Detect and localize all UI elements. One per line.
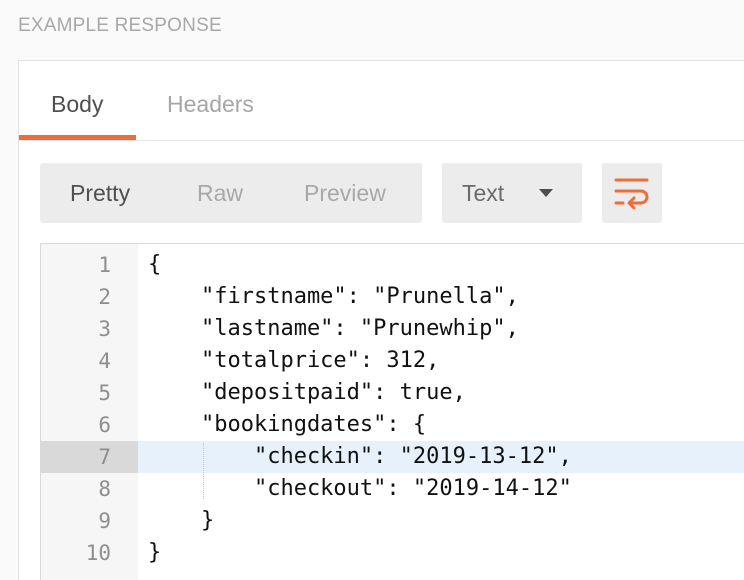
- line-number: 8: [98, 477, 111, 501]
- active-tab-indicator: [19, 135, 136, 140]
- code-line: 5 "depositpaid": true,: [41, 377, 744, 409]
- code-line: 10}: [41, 537, 744, 569]
- format-select-value: Text: [462, 180, 505, 206]
- pretty-button[interactable]: Pretty: [70, 180, 130, 207]
- code-text: "checkout": "2019-14-12": [148, 476, 572, 501]
- code-text: "firstname": "Prunella",: [148, 284, 519, 309]
- raw-button[interactable]: Raw: [197, 180, 243, 207]
- line-number: 4: [98, 349, 111, 373]
- line-number: 2: [98, 285, 111, 309]
- chevron-down-icon: [539, 189, 553, 197]
- code-editor[interactable]: 1{2 "firstname": "Prunella", 3 "lastname"…: [40, 243, 744, 580]
- code-line: 9 }: [41, 505, 744, 537]
- tab-headers[interactable]: Headers: [167, 91, 254, 118]
- section-title: EXAMPLE RESPONSE: [18, 15, 222, 36]
- wrap-lines-icon: [614, 178, 649, 210]
- code-text: "checkin": "2019-13-12",: [148, 444, 572, 469]
- code-line: 4 "totalprice": 312,: [41, 345, 744, 377]
- code-line: 7 "checkin": "2019-13-12",: [41, 441, 744, 473]
- preview-button[interactable]: Preview: [304, 180, 386, 207]
- line-number: 5: [98, 381, 111, 405]
- response-panel: Body Headers Pretty Raw Preview Text 1 {…: [18, 60, 744, 580]
- code-text: "bookingdates": {: [148, 412, 427, 437]
- code-text: "depositpaid": true,: [148, 380, 466, 405]
- format-select[interactable]: Text: [442, 163, 582, 223]
- code-line: 2 "firstname": "Prunella",: [41, 281, 744, 313]
- wrap-lines-button[interactable]: [602, 163, 662, 223]
- indent-guide: [203, 443, 204, 499]
- line-number: 1: [98, 253, 111, 277]
- code-text: "totalprice": 312,: [148, 348, 440, 373]
- code-line: 8 "checkout": "2019-14-12": [41, 473, 744, 505]
- code-text: "lastname": "Prunewhip",: [148, 316, 519, 341]
- example-response-section: EXAMPLE RESPONSE Body Headers Pretty Raw…: [0, 0, 744, 580]
- code-line: 6 "bookingdates": {: [41, 409, 744, 441]
- code-line: 1{: [41, 249, 744, 281]
- code-text: }: [148, 540, 162, 565]
- code-text: {: [148, 252, 162, 277]
- line-number: 7: [41, 441, 138, 473]
- view-mode-group: Pretty Raw Preview: [40, 163, 422, 223]
- code-text: }: [148, 508, 215, 533]
- response-tabs: Body Headers: [19, 61, 744, 141]
- line-number: 10: [85, 541, 111, 565]
- line-number: 6: [98, 413, 111, 437]
- tab-body[interactable]: Body: [51, 91, 103, 118]
- line-number: 9: [98, 509, 111, 533]
- line-number: 3: [98, 317, 111, 341]
- code-line: 3 "lastname": "Prunewhip",: [41, 313, 744, 345]
